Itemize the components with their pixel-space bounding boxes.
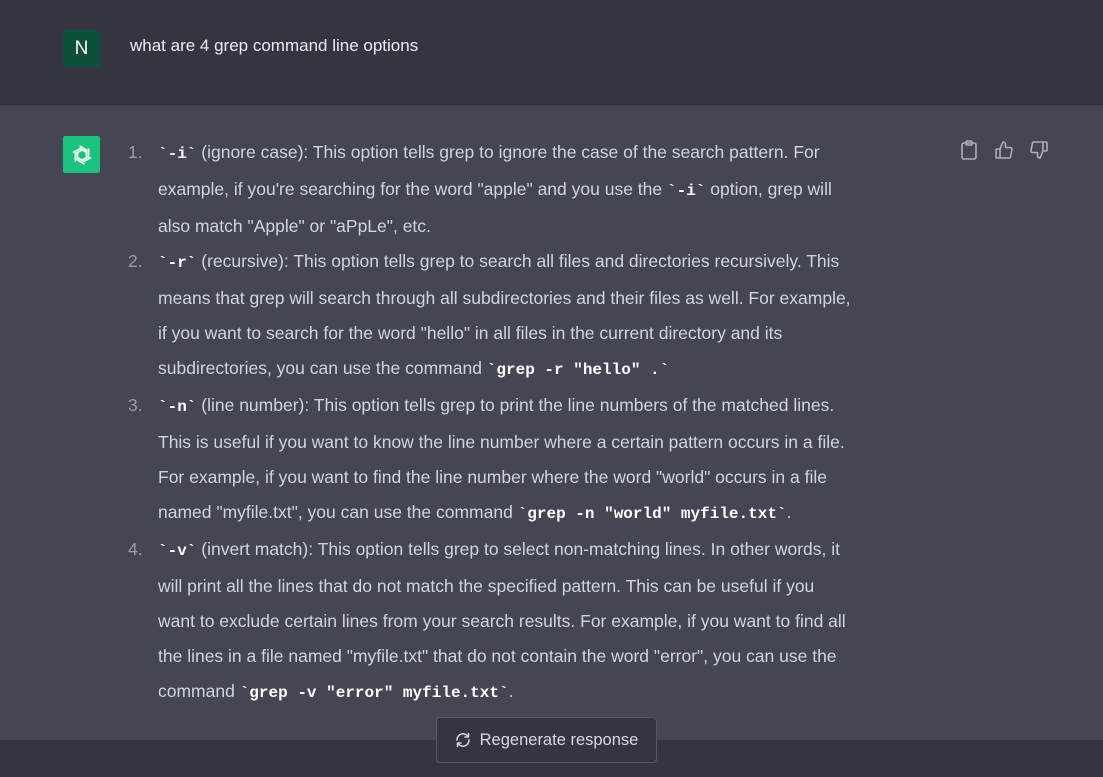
answer-text: also match "Apple" or "aPpLe", etc.	[158, 216, 431, 236]
answer-text: means that grep will search through all …	[158, 288, 851, 308]
list-item: 4. `-v` (invert match): This option tell…	[128, 532, 948, 711]
assistant-message-row: 1. `-i` (ignore case): This option tells…	[0, 105, 1103, 740]
user-avatar: N	[63, 30, 100, 67]
inline-code: `-n`	[158, 398, 197, 416]
inline-code: `-v`	[158, 542, 197, 560]
regenerate-label: Regenerate response	[479, 730, 639, 749]
answer-text: option, grep will	[705, 179, 832, 199]
clipboard-icon	[961, 140, 977, 160]
answer-text: .	[508, 681, 514, 701]
answer-text: example, if you're searching for the wor…	[158, 179, 667, 199]
answer-text: if you want to search for the word "hell…	[158, 323, 783, 343]
answer-text: command	[158, 681, 240, 701]
inline-code: `-i`	[158, 145, 197, 163]
user-message-row: N what are 4 grep command line options	[0, 0, 1103, 105]
inline-code: `-r`	[158, 254, 197, 272]
answer-text: This is useful if you want to know the l…	[158, 432, 845, 452]
list-item: 2. `-r` (recursive): This option tells g…	[128, 244, 948, 388]
openai-logo-icon	[72, 144, 91, 165]
answer-text: the lines in a file named "myfile.txt" t…	[158, 646, 837, 666]
user-message-text: what are 4 grep command line options	[130, 36, 419, 55]
answer-text: (line number): This option tells grep to…	[196, 395, 835, 415]
copy-button[interactable]	[958, 139, 980, 161]
inline-code: `grep -r "hello" .`	[486, 361, 670, 379]
answer-text: .	[786, 502, 792, 522]
assistant-avatar	[63, 136, 100, 173]
list-number: 1.	[128, 142, 143, 162]
answer-text: (recursive): This option tells grep to s…	[196, 251, 840, 271]
thumbs-up-button[interactable]	[993, 139, 1015, 161]
message-actions	[958, 139, 1050, 161]
regenerate-response-button[interactable]: Regenerate response	[436, 717, 657, 763]
list-item: 1. `-i` (ignore case): This option tells…	[128, 135, 948, 244]
inline-code: `-i`	[666, 182, 706, 200]
thumbs-down-button[interactable]	[1028, 139, 1050, 161]
answer-text: want to exclude certain lines from your …	[158, 611, 846, 631]
list-number: 3.	[128, 395, 143, 415]
answer-text: will print all the lines that do not mat…	[158, 576, 815, 596]
list-item: 3. `-n` (line number): This option tells…	[128, 388, 948, 532]
answer-text: named "myfile.txt", you can use the comm…	[158, 502, 518, 522]
refresh-icon	[455, 732, 470, 748]
inline-code: `grep -n "world" myfile.txt`	[517, 505, 787, 523]
answer-list: 1. `-i` (ignore case): This option tells…	[128, 135, 948, 711]
thumbs-down-icon	[1030, 141, 1048, 159]
answer-text: subdirectories, you can use the command	[158, 358, 487, 378]
answer-text: (ignore case): This option tells grep to…	[196, 142, 820, 162]
thumbs-up-icon	[995, 141, 1013, 159]
list-number: 4.	[128, 539, 143, 559]
list-number: 2.	[128, 251, 143, 271]
answer-text: For example, if you want to find the lin…	[158, 467, 827, 487]
inline-code: `grep -v "error" myfile.txt`	[239, 684, 509, 702]
answer-text: (invert match): This option tells grep t…	[196, 539, 840, 559]
